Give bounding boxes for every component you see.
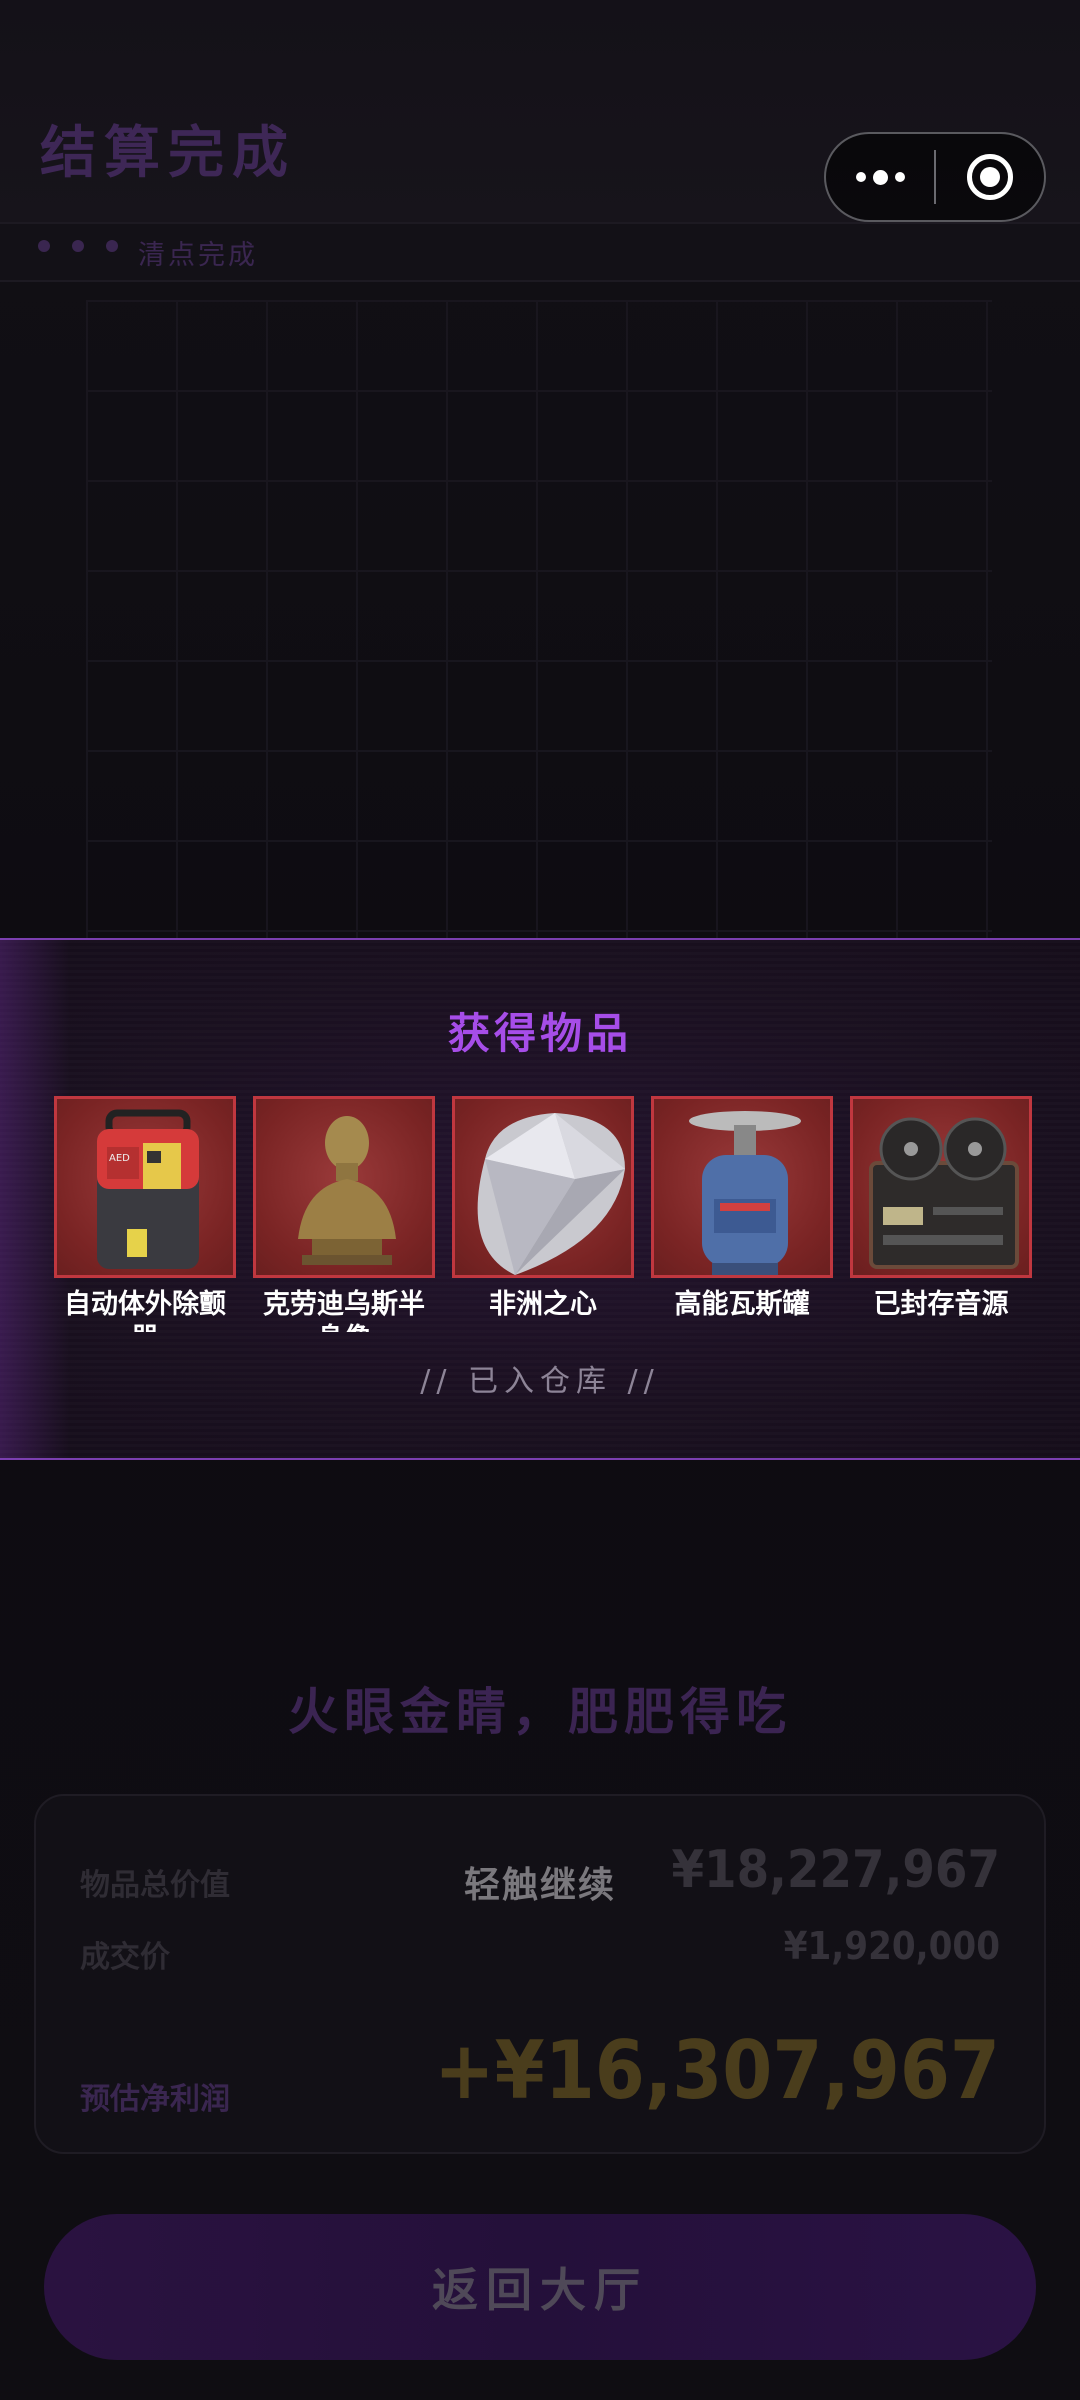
close-target-icon[interactable]	[936, 134, 1044, 220]
reel-recorder-icon	[850, 1096, 1032, 1278]
stored-text: // 已入仓库 //	[420, 1364, 660, 1399]
deal-price-label: 成交价	[80, 1940, 170, 1975]
background-grid	[86, 300, 992, 940]
loot-item[interactable]: 非洲之心	[452, 1096, 634, 1332]
loot-item[interactable]: 已封存音源	[850, 1096, 1032, 1332]
loot-item-label: 非洲之心	[489, 1289, 597, 1320]
loot-item[interactable]: 高能瓦斯罐	[651, 1096, 833, 1332]
deal-price: ¥1,920,000	[783, 1924, 1000, 1968]
page-title: 结算完成	[40, 121, 296, 186]
loot-items: AED 自动体外除颤器	[54, 1096, 1032, 1332]
diamond-icon	[452, 1096, 634, 1278]
aed-icon: AED	[54, 1096, 236, 1278]
loot-item[interactable]: AED 自动体外除颤器	[54, 1096, 236, 1332]
tap-to-continue[interactable]: 轻触继续	[0, 1856, 1080, 1908]
loot-item-label: 已封存音源	[873, 1289, 1009, 1320]
more-icon[interactable]	[826, 134, 934, 220]
mini-program-capsule	[824, 132, 1046, 222]
loot-item-label: 克劳迪乌斯半身像	[263, 1289, 425, 1332]
return-lobby-button[interactable]: 返回大厅	[44, 2214, 1036, 2360]
slogan: 火眼金睛，肥肥得吃	[288, 1683, 792, 1741]
profit-value: +¥16,307,967	[434, 2024, 1000, 2117]
settlement-screen[interactable]: 结算完成 清点完成 获得物品 AED 自动体外除颤 克劳迪乌斯半 非洲之心 高能…	[0, 0, 1080, 2400]
loot-item-label: 自动体外除颤器	[64, 1289, 226, 1332]
status-text: 清点完成	[138, 240, 258, 271]
loot-title: 获得物品	[447, 1009, 632, 1058]
gas-canister-icon	[651, 1096, 833, 1278]
loot-item[interactable]: 克劳迪乌斯半身像	[253, 1096, 435, 1332]
loot-panel: 获得物品 AED 自动体外除颤器	[0, 938, 1080, 1460]
svg-text:AED: AED	[109, 1153, 130, 1164]
bust-icon	[253, 1096, 435, 1278]
summary-card: 物品总价值 ¥18,227,967 成交价 ¥1,920,000 预估净利润 +…	[34, 1794, 1046, 2154]
profit-label: 预估净利润	[80, 2082, 230, 2117]
progress-dots	[38, 240, 118, 252]
loot-item-label: 高能瓦斯罐	[674, 1289, 810, 1320]
